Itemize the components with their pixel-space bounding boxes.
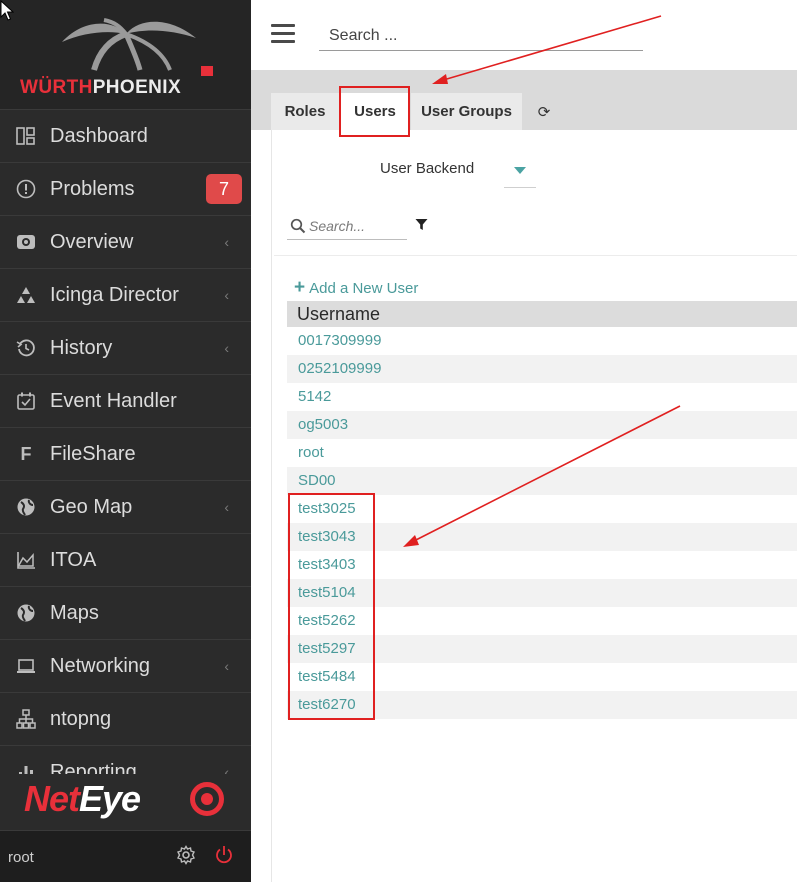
sidebar-item-label: FileShare <box>50 442 136 465</box>
annotation-box-test-users <box>288 493 375 720</box>
network-icon <box>16 709 36 729</box>
user-search-input[interactable] <box>309 216 405 236</box>
sidebar-item-label: Problems <box>50 177 135 200</box>
chevron-left-icon: ‹ <box>224 287 229 303</box>
filter-icon[interactable] <box>415 218 428 236</box>
tab-roles[interactable]: Roles <box>271 93 339 130</box>
brand-name: WÜRTHPHOENIX <box>20 77 182 98</box>
bar-chart-icon <box>16 762 36 774</box>
sidebar-item-label: History <box>50 336 113 359</box>
plus-icon: + <box>294 277 306 298</box>
palm-logo-icon <box>62 18 196 71</box>
mouse-cursor-icon <box>0 0 14 21</box>
brand-header[interactable]: WÜRTHPHOENIX <box>0 0 251 110</box>
sidebar-item-overview[interactable]: Overview ‹ <box>0 216 251 269</box>
table-row[interactable]: og5003 <box>287 411 797 439</box>
alert-circle-icon <box>16 179 36 199</box>
chevron-left-icon: ‹ <box>224 499 229 515</box>
table-row[interactable]: root <box>287 439 797 467</box>
user-backend-select[interactable]: User Backend <box>380 160 474 177</box>
current-user[interactable]: root <box>8 849 34 866</box>
sidebar-item-label: ITOA <box>50 548 97 571</box>
neteye-pupil-icon <box>201 793 213 805</box>
sidebar-item-icinga-director[interactable]: Icinga Director ‹ <box>0 269 251 322</box>
sidebar-item-label: Event Handler <box>50 389 177 412</box>
sidebar-item-dashboard[interactable]: Dashboard <box>0 110 251 163</box>
sidebar-item-fileshare[interactable]: F FileShare <box>0 428 251 481</box>
search-icon <box>290 218 306 239</box>
sidebar-item-label: Icinga Director <box>50 283 179 306</box>
sidebar-item-label: Networking <box>50 654 151 677</box>
chevron-left-icon: ‹ <box>224 658 229 674</box>
sidebar-item-itoa[interactable]: ITOA <box>0 534 251 587</box>
chevron-left-icon: ‹ <box>224 234 229 250</box>
table-row[interactable]: 0017309999 <box>287 327 797 355</box>
sidebar-item-problems[interactable]: Problems 7 <box>0 163 251 216</box>
sidebar-item-geo-map[interactable]: Geo Map ‹ <box>0 481 251 534</box>
annotation-box-users-tab <box>339 86 410 137</box>
globe-icon <box>16 497 36 517</box>
sidebar-item-ntopng[interactable]: ntopng <box>0 693 251 746</box>
menu-toggle-icon[interactable] <box>271 24 295 44</box>
user-filter-search <box>287 214 407 240</box>
divider <box>274 255 797 256</box>
neteye-logo: NetEye <box>0 774 251 830</box>
dashboard-icon <box>16 126 36 146</box>
tab-user-groups[interactable]: User Groups <box>411 93 522 130</box>
overview-icon <box>16 232 36 252</box>
laptop-icon <box>16 656 36 676</box>
sidebar-item-maps[interactable]: Maps <box>0 587 251 640</box>
director-icon <box>16 285 36 305</box>
sidebar: WÜRTHPHOENIX Dashboard Problems 7 Overvi… <box>0 0 251 882</box>
table-row[interactable]: 0252109999 <box>287 355 797 383</box>
power-icon[interactable] <box>214 845 234 870</box>
sidebar-item-label: Maps <box>50 601 99 624</box>
sidebar-nav: Dashboard Problems 7 Overview ‹ Icinga D… <box>0 110 251 774</box>
sidebar-item-reporting[interactable]: Reporting ‹ <box>0 746 251 774</box>
sidebar-item-label: Dashboard <box>50 124 148 147</box>
sidebar-item-history[interactable]: History ‹ <box>0 322 251 375</box>
fileshare-icon: F <box>20 443 32 464</box>
sidebar-item-label: Geo Map <box>50 495 133 518</box>
chevron-left-icon: ‹ <box>224 764 229 774</box>
sidebar-item-label: Overview <box>50 230 134 253</box>
history-icon <box>16 338 36 358</box>
table-row[interactable]: SD00 <box>287 467 797 495</box>
sidebar-item-label: ntopng <box>50 707 112 730</box>
sidebar-item-networking[interactable]: Networking ‹ <box>0 640 251 693</box>
chevron-down-icon[interactable] <box>504 156 536 188</box>
add-new-user-link[interactable]: + Add a New User <box>294 277 418 299</box>
sidebar-item-event-handler[interactable]: Event Handler <box>0 375 251 428</box>
gear-icon[interactable] <box>176 845 196 870</box>
globe-icon <box>16 603 36 623</box>
event-handler-icon <box>16 391 36 411</box>
column-header-username[interactable]: Username <box>287 301 797 327</box>
chevron-left-icon: ‹ <box>224 340 229 356</box>
table-row[interactable]: 5142 <box>287 383 797 411</box>
global-search-input[interactable] <box>319 22 643 51</box>
brand-crown-icon <box>201 66 213 76</box>
neteye-wordmark: NetEye <box>24 778 141 819</box>
refresh-icon[interactable]: ⟳ <box>524 93 564 130</box>
area-chart-icon <box>16 550 36 570</box>
user-bar: root <box>0 830 251 882</box>
problems-count-badge: 7 <box>206 174 242 204</box>
tab-strip: Roles Users User Groups ⟳ <box>251 70 797 130</box>
top-bar <box>251 0 797 70</box>
sidebar-item-label: Reporting <box>50 760 137 775</box>
